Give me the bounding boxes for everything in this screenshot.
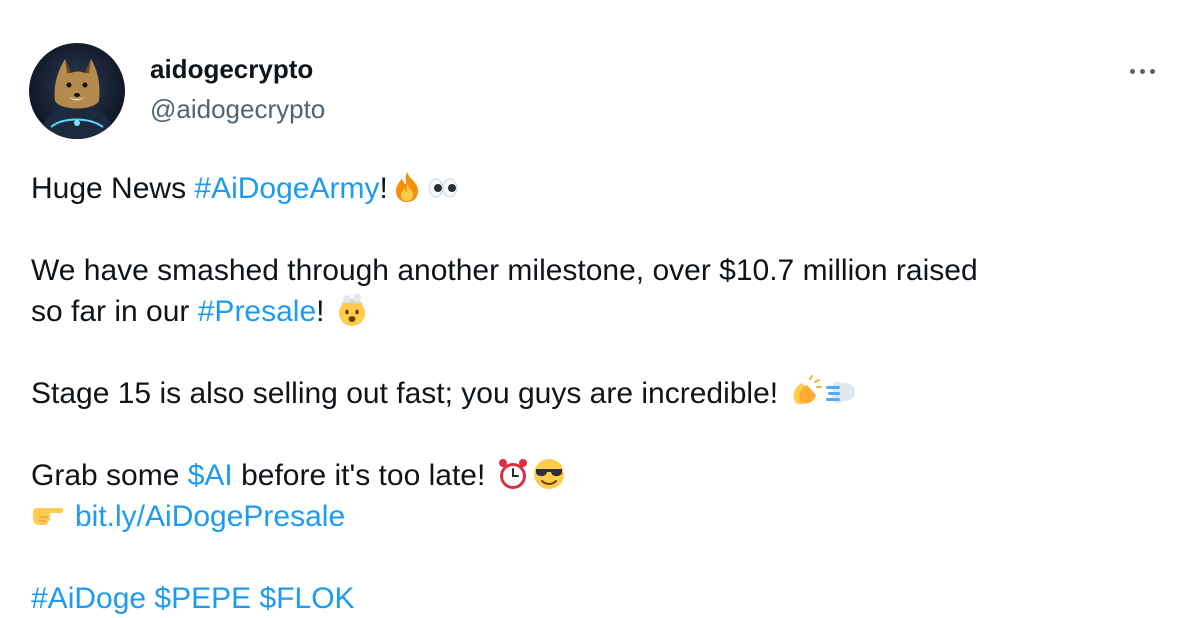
alarm-clock-emoji <box>496 457 530 491</box>
tweet-text-segment: ! <box>316 295 333 328</box>
avatar[interactable] <box>29 43 125 139</box>
tweet-text-segment: before it's too late! <box>232 459 494 492</box>
tweet-text-segment: ! <box>379 172 388 205</box>
pointing-right-emoji <box>31 498 65 532</box>
more-options-button[interactable] <box>1124 56 1164 86</box>
more-horizontal-icon <box>1140 69 1145 74</box>
author-handle[interactable]: @aidogecrypto <box>150 92 325 126</box>
dashing-away-emoji <box>824 375 858 409</box>
cashtag-link[interactable]: $FLOK <box>260 582 355 615</box>
sunglasses-face-emoji <box>532 457 566 491</box>
fire-emoji <box>390 170 424 204</box>
exploding-head-emoji <box>335 293 369 327</box>
doge-avatar-icon <box>29 43 125 139</box>
cashtag-link[interactable]: $PEPE <box>154 582 251 615</box>
tweet-text-segment: Huge News <box>31 172 195 205</box>
more-horizontal-icon <box>1130 69 1135 74</box>
tweet-line: bit.ly/AiDogePresale <box>31 496 1171 537</box>
presale-link[interactable]: bit.ly/AiDogePresale <box>75 500 345 533</box>
tweet-line: Grab some $AI before it's too late! <box>31 455 1171 496</box>
tweet-line: We have smashed through another mileston… <box>31 250 1171 291</box>
hashtag-link[interactable]: #AiDogeArmy <box>194 172 379 205</box>
tweet-text-segment: We have smashed through another mileston… <box>31 254 978 287</box>
tweet-line: so far in our #Presale! <box>31 291 1171 332</box>
tweet-card: aidogecrypto @aidogecrypto Huge News #Ai… <box>0 0 1194 618</box>
tweet-line: #AiDoge $PEPE $FLOK <box>31 578 1171 618</box>
tweet-line: Stage 15 is also selling out fast; you g… <box>31 373 1171 414</box>
hashtag-link[interactable]: #AiDoge <box>31 582 146 615</box>
tweet-text-segment: so far in our <box>31 295 198 328</box>
hashtag-link[interactable]: #Presale <box>198 295 316 328</box>
tweet-text-segment: Grab some <box>31 459 188 492</box>
more-horizontal-icon <box>1150 69 1155 74</box>
eyes-emoji <box>426 170 460 204</box>
tweet-text: Huge News #AiDogeArmy! We have smashed t… <box>31 168 1171 618</box>
clapping-hands-emoji <box>788 375 823 409</box>
author-display-name[interactable]: aidogecrypto <box>150 52 313 86</box>
cashtag-link[interactable]: $AI <box>188 459 233 492</box>
tweet-text-segment: Stage 15 is also selling out fast; you g… <box>31 377 787 410</box>
tweet-line: Huge News #AiDogeArmy! <box>31 168 1171 209</box>
